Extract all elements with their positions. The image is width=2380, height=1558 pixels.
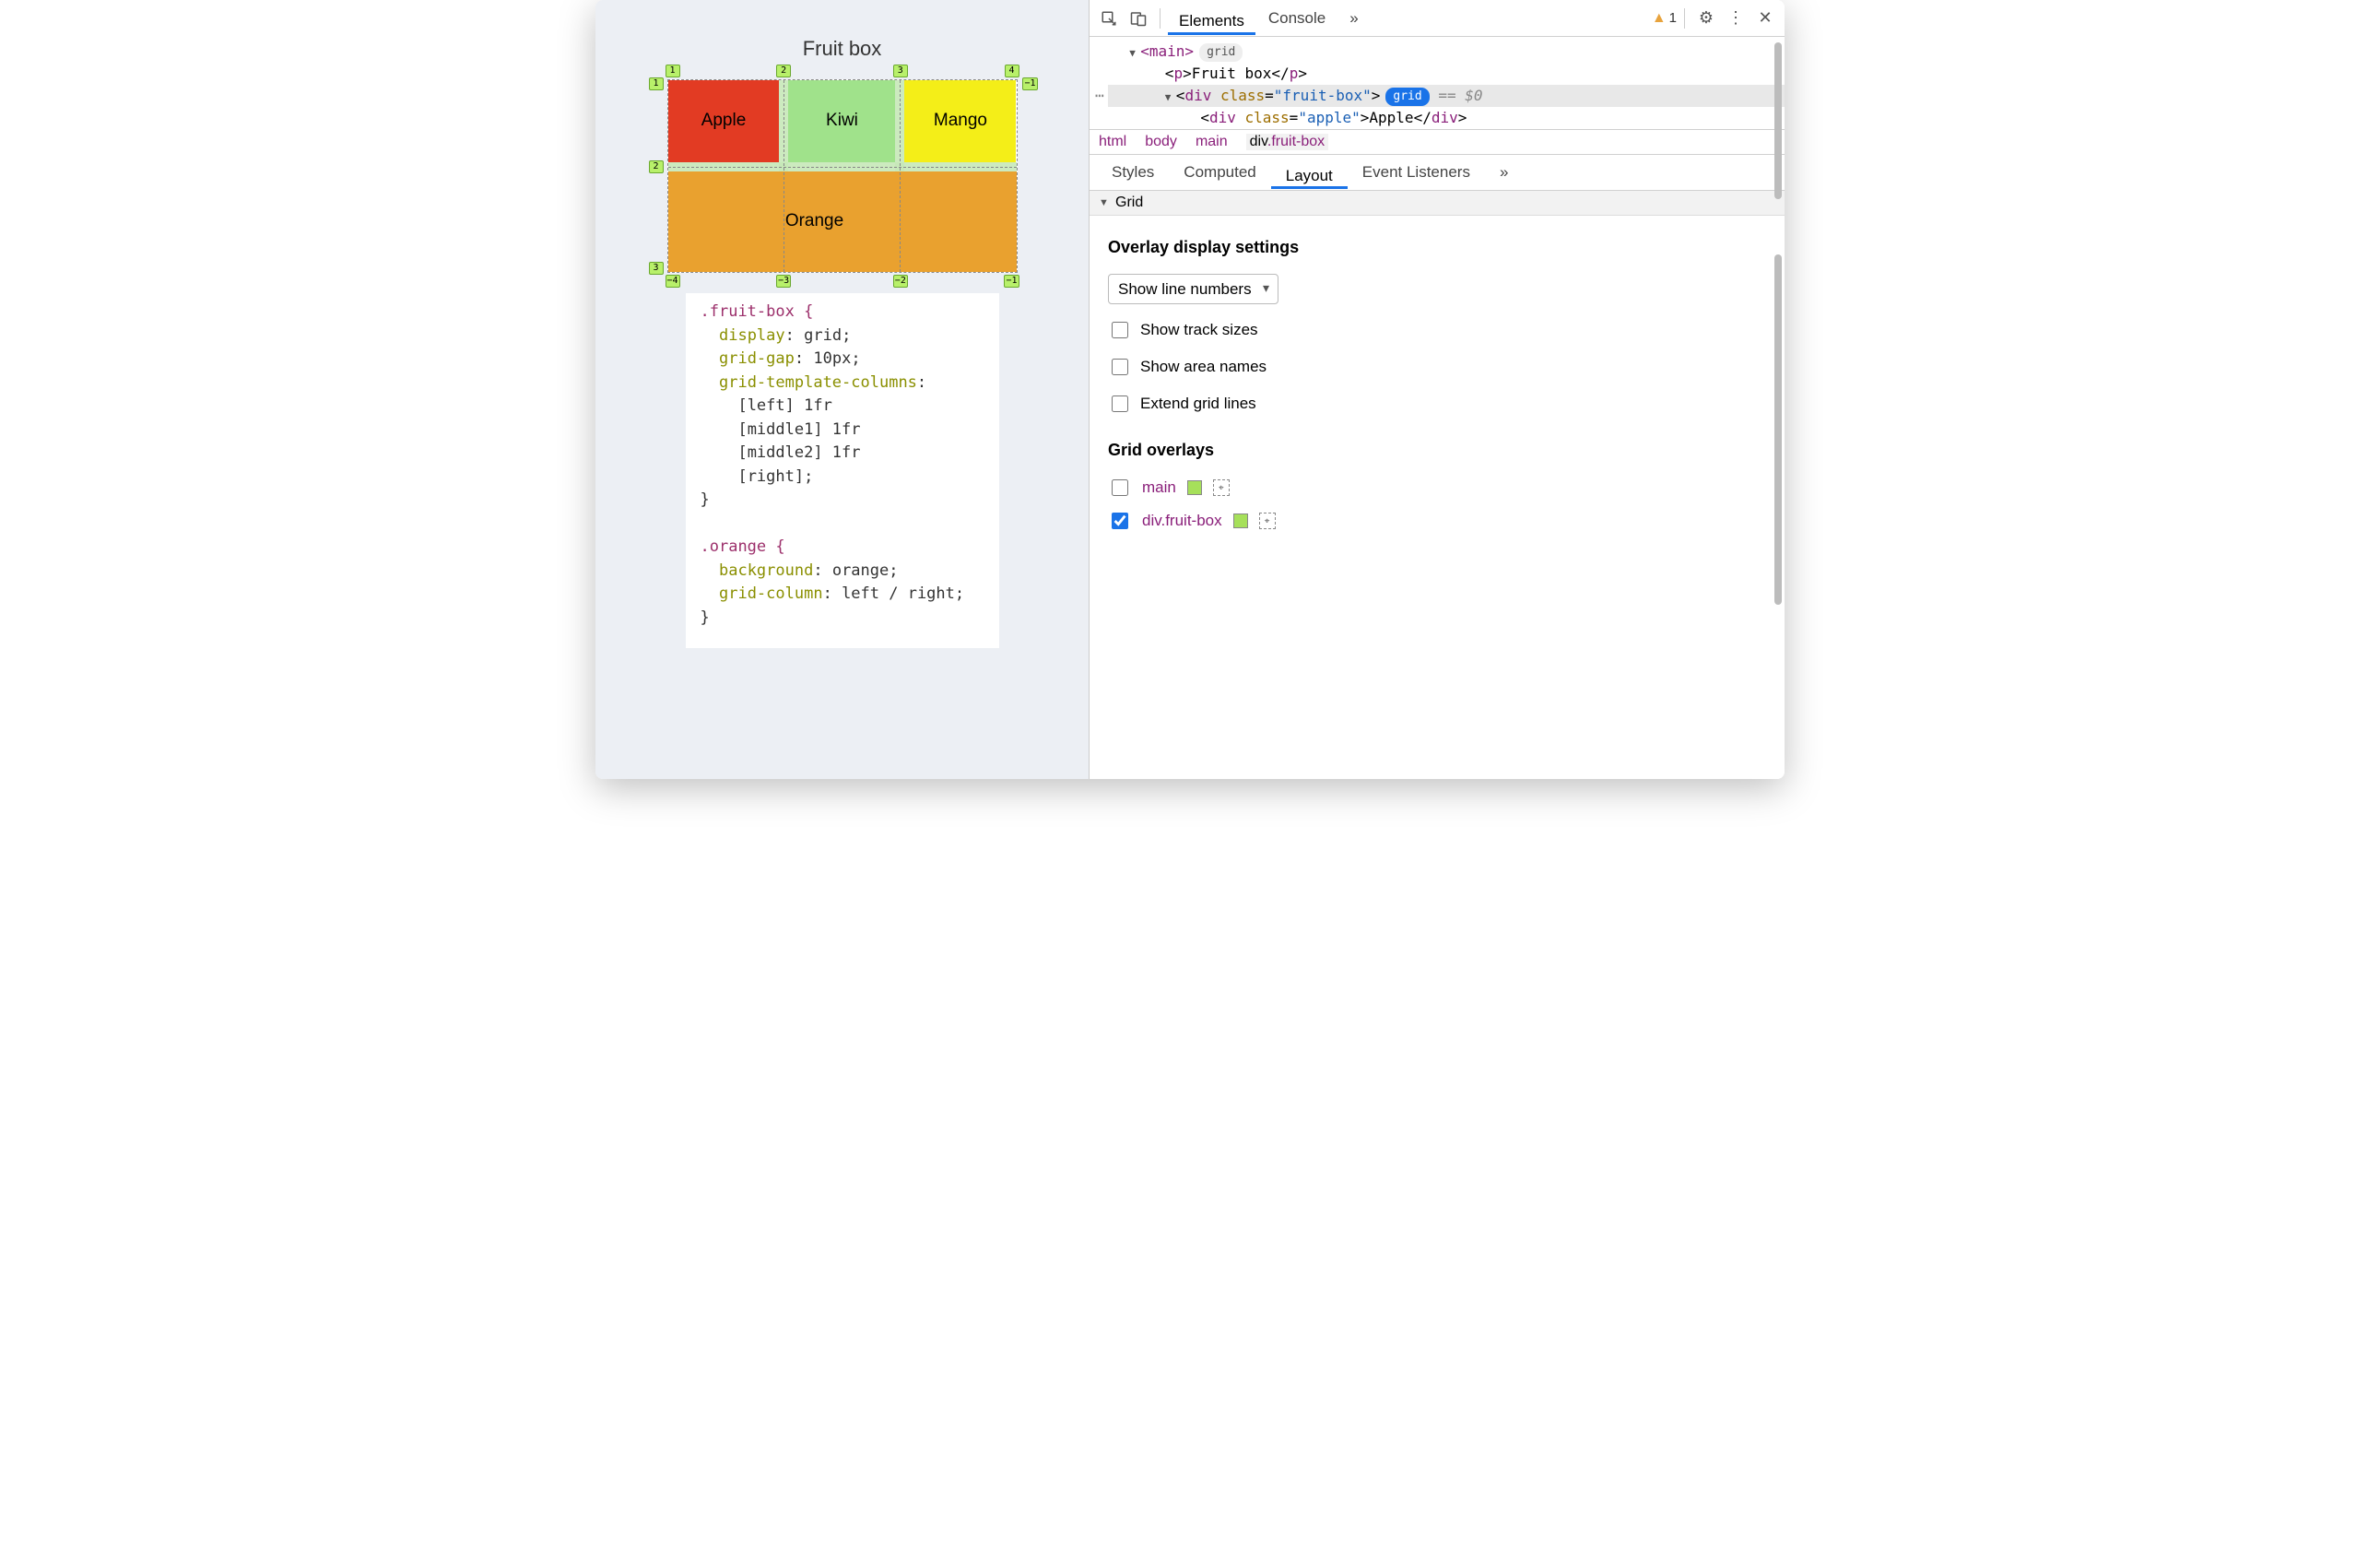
- css-code-block: .fruit-box { display: grid; grid-gap: 10…: [686, 293, 999, 648]
- grid-col-badge: 3: [893, 65, 908, 77]
- grid-line: [900, 80, 901, 272]
- settings-button[interactable]: ⚙: [1692, 5, 1720, 32]
- overlay-color-swatch[interactable]: [1187, 480, 1202, 495]
- more-actions-icon[interactable]: ⋯: [1095, 85, 1104, 107]
- dom-node-main[interactable]: ▼<main>grid: [1108, 41, 1785, 63]
- tab-more[interactable]: »: [1338, 0, 1369, 37]
- cell-orange[interactable]: Orange: [668, 171, 1017, 272]
- grid-overlay-wrapper: 1 2 3 4 1 2 3 −1 Apple Kiwi Mango Orange: [667, 79, 1018, 273]
- overlay-settings-title: Overlay display settings: [1108, 238, 1766, 257]
- grid-overlays-title: Grid overlays: [1108, 441, 1766, 460]
- grid-col-badge: 2: [776, 65, 791, 77]
- subtab-styles[interactable]: Styles: [1097, 155, 1169, 190]
- toolbar-separator: [1160, 8, 1161, 29]
- close-icon: ✕: [1758, 8, 1772, 28]
- checkbox-extend-lines[interactable]: [1112, 395, 1128, 412]
- grid-row-badge: 2: [649, 160, 664, 173]
- close-devtools-button[interactable]: ✕: [1751, 5, 1779, 32]
- more-menu-button[interactable]: ⋮: [1722, 5, 1750, 32]
- app-window: Fruit box 1 2 3 4 1 2 3 −1 Apple Kiwi Ma…: [595, 0, 1785, 779]
- cell-apple[interactable]: Apple: [668, 80, 780, 162]
- check-show-area-names[interactable]: Show area names: [1108, 356, 1766, 378]
- tab-console[interactable]: Console: [1257, 0, 1337, 37]
- dom-tree[interactable]: ▼<main>grid <p>Fruit box</p> ⋯ ▼<div cla…: [1090, 37, 1785, 129]
- scrollbar-thumb[interactable]: [1774, 254, 1782, 605]
- checkbox-area-names[interactable]: [1112, 359, 1128, 375]
- reveal-element-icon[interactable]: ⌖: [1213, 479, 1230, 496]
- grid-line: [668, 167, 1017, 168]
- subtab-event-listeners[interactable]: Event Listeners: [1348, 155, 1485, 190]
- layout-panel-body: Overlay display settings Show line numbe…: [1090, 216, 1785, 779]
- subtab-layout[interactable]: Layout: [1271, 157, 1348, 189]
- check-extend-grid-lines[interactable]: Extend grid lines: [1108, 393, 1766, 415]
- crumb-main[interactable]: main: [1196, 134, 1228, 150]
- grid-col-neg-badge: −4: [666, 275, 680, 288]
- grid-row-badge: 1: [649, 77, 664, 90]
- devtools-toolbar: Elements Console » ▲ 1 ⚙ ⋮ ✕: [1090, 0, 1785, 37]
- dom-node-p[interactable]: <p>Fruit box</p>: [1108, 63, 1785, 85]
- crumb-html[interactable]: html: [1099, 134, 1126, 150]
- cell-kiwi[interactable]: Kiwi: [788, 80, 895, 162]
- line-numbers-select[interactable]: Show line numbers: [1108, 274, 1278, 304]
- cell-mango[interactable]: Mango: [904, 80, 1016, 162]
- warning-icon: ▲: [1652, 10, 1667, 27]
- gear-icon: ⚙: [1699, 8, 1714, 28]
- overlay-label[interactable]: div.fruit-box: [1142, 512, 1222, 530]
- scrollbar-thumb[interactable]: [1774, 42, 1782, 199]
- grid-row-badge: −1: [1022, 77, 1037, 90]
- fruit-box-grid[interactable]: Apple Kiwi Mango Orange: [667, 79, 1018, 273]
- grid-col-badge: 1: [666, 65, 680, 77]
- overlay-color-swatch[interactable]: [1233, 513, 1248, 528]
- styles-subtab-row: Styles Computed Layout Event Listeners »: [1090, 155, 1785, 191]
- checkbox-track-sizes[interactable]: [1112, 322, 1128, 338]
- grid-col-neg-badge: −2: [893, 275, 908, 288]
- device-toggle-icon[interactable]: [1125, 5, 1152, 32]
- crumb-fruit-box[interactable]: div.fruit-box: [1246, 134, 1329, 150]
- grid-row-badge: 3: [649, 262, 664, 275]
- kebab-icon: ⋮: [1727, 8, 1744, 28]
- grid-col-neg-badge: −3: [776, 275, 791, 288]
- inspect-icon[interactable]: [1095, 5, 1123, 32]
- dom-node-fruit-box[interactable]: ⋯ ▼<div class="fruit-box">grid == $0: [1108, 85, 1785, 107]
- reveal-element-icon[interactable]: ⌖: [1259, 513, 1276, 529]
- devtools-panel: Elements Console » ▲ 1 ⚙ ⋮ ✕ ▼<main>grid…: [1089, 0, 1785, 779]
- grid-col-badge: 4: [1005, 65, 1019, 77]
- overlay-row-fruit-box: div.fruit-box ⌖: [1108, 510, 1766, 532]
- scrollbar-track[interactable]: [1774, 42, 1782, 773]
- page-title: Fruit box: [803, 37, 882, 61]
- overlay-row-main: main ⌖: [1108, 477, 1766, 499]
- subtab-computed[interactable]: Computed: [1169, 155, 1270, 190]
- grid-section-header[interactable]: ▼ Grid: [1090, 191, 1785, 216]
- check-show-track-sizes[interactable]: Show track sizes: [1108, 319, 1766, 341]
- subtab-more[interactable]: »: [1485, 155, 1523, 190]
- dom-node-apple[interactable]: <div class="apple">Apple</div>: [1108, 107, 1785, 129]
- crumb-body[interactable]: body: [1145, 134, 1177, 150]
- overlay-checkbox-fruit-box[interactable]: [1112, 513, 1128, 529]
- toolbar-separator: [1684, 8, 1685, 29]
- overlay-label[interactable]: main: [1142, 478, 1176, 497]
- tab-elements[interactable]: Elements: [1168, 1, 1255, 35]
- chevron-down-icon: ▼: [1099, 197, 1110, 208]
- warning-count[interactable]: ▲ 1: [1652, 10, 1677, 27]
- overlay-checkbox-main[interactable]: [1112, 479, 1128, 496]
- breadcrumb: html body main div.fruit-box: [1090, 129, 1785, 155]
- rendered-page-pane: Fruit box 1 2 3 4 1 2 3 −1 Apple Kiwi Ma…: [595, 0, 1089, 779]
- grid-col-neg-badge: −1: [1004, 275, 1019, 288]
